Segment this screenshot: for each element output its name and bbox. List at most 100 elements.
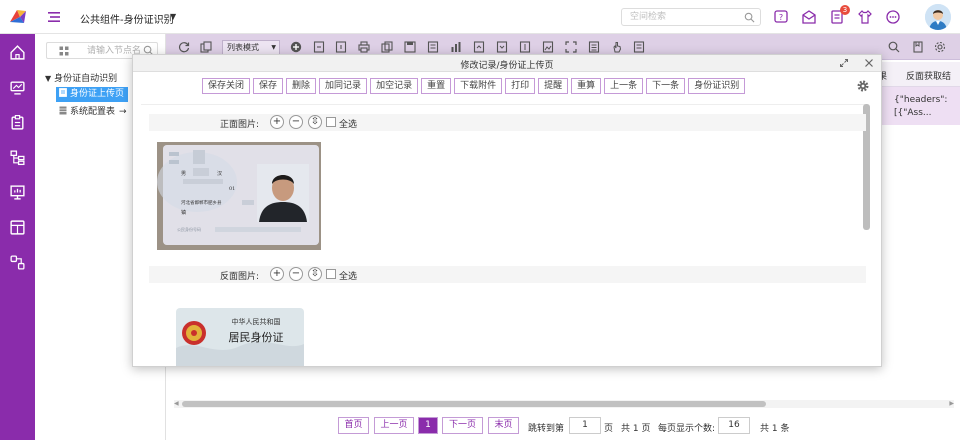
app-title[interactable]: 公共组件-身份证识别	[80, 11, 174, 26]
fit-button[interactable]: ⇳	[308, 115, 322, 129]
divider	[141, 104, 865, 105]
horizontal-scrollbar[interactable]: ◀ ▶	[174, 400, 954, 408]
presentation-icon[interactable]	[9, 184, 26, 201]
monitor-chart-icon[interactable]	[9, 79, 26, 96]
print-button[interactable]: 打印	[505, 78, 536, 94]
help-icon[interactable]: ?	[773, 9, 789, 25]
recalculate-button[interactable]: 重算	[571, 78, 602, 94]
view-mode-label: 列表模式	[227, 43, 259, 52]
zoom-out-button[interactable]: −	[289, 115, 303, 129]
app-logo-icon[interactable]	[8, 8, 28, 26]
edit-doc-icon[interactable]	[427, 41, 439, 53]
id-card-back-image[interactable]: 中华人民共和国 居民身份证	[176, 308, 304, 367]
title-dropdown-caret-icon[interactable]: ▼	[170, 12, 176, 21]
save-close-button[interactable]: 保存关闭	[202, 78, 251, 94]
global-search-input[interactable]	[622, 9, 732, 25]
select-all-checkbox[interactable]	[326, 269, 336, 279]
home-icon[interactable]	[9, 44, 26, 61]
current-page-button[interactable]: 1	[418, 417, 438, 434]
close-icon[interactable]	[864, 58, 874, 68]
upload-doc-icon[interactable]	[519, 41, 531, 53]
import-doc-icon[interactable]	[496, 41, 508, 53]
id-card-front-image[interactable]: 男 汉 01 河北省邯郸市肥乡县 镇 公民身份号码	[157, 142, 321, 250]
next-record-button[interactable]: 下一条	[646, 78, 686, 94]
chat-icon[interactable]	[885, 9, 901, 25]
table-cell[interactable]: {"headers":[{"Ass...	[894, 94, 958, 120]
dialog-header[interactable]: 修改记录/身份证上传页	[133, 55, 881, 72]
arrow-right-icon[interactable]: →	[119, 107, 127, 117]
tree-expand-caret-icon[interactable]: ▼	[45, 74, 51, 83]
view-mode-select[interactable]: 列表模式 ▼	[222, 40, 280, 55]
export-icon[interactable]	[200, 41, 212, 53]
gear-icon[interactable]	[856, 79, 870, 93]
list-settings-gear-icon[interactable]	[934, 41, 946, 53]
back-image-row: 反面图片: + − ⇳ 全选	[149, 266, 866, 283]
tree-root-node[interactable]: ▼ 身份证自动识别	[45, 71, 117, 84]
select-all-checkbox[interactable]	[326, 117, 336, 127]
grid-icon[interactable]	[59, 46, 69, 56]
previous-record-button[interactable]: 上一条	[604, 78, 644, 94]
notification-badge: 3	[840, 5, 850, 15]
refresh-icon[interactable]	[178, 41, 190, 53]
add-blank-icon[interactable]	[335, 41, 347, 53]
add-same-record-button[interactable]: 加同记录	[319, 78, 368, 94]
tree-item-system-config[interactable]: 系统配置表 →	[56, 105, 131, 120]
shirt-icon[interactable]	[857, 9, 873, 25]
bookmark-icon[interactable]	[912, 41, 924, 53]
per-page-input[interactable]: 16	[718, 417, 750, 434]
mail-icon[interactable]	[801, 9, 817, 25]
flow-nodes-icon[interactable]	[9, 254, 26, 271]
zoom-out-button[interactable]: −	[289, 267, 303, 281]
column-header[interactable]: 反面获取结	[906, 69, 951, 82]
jump-label: 跳转到第	[528, 424, 565, 434]
fullscreen-icon[interactable]	[565, 41, 577, 53]
download-attachment-button[interactable]: 下载附件	[454, 78, 503, 94]
export-doc-icon[interactable]	[473, 41, 485, 53]
menu-toggle-icon[interactable]	[46, 9, 62, 25]
per-page-label: 每页显示个数:	[658, 424, 716, 434]
global-search-box[interactable]	[621, 8, 761, 26]
print-icon[interactable]	[358, 41, 370, 53]
left-nav-rail	[0, 34, 35, 440]
delete-button[interactable]: 删除	[286, 78, 317, 94]
save-button[interactable]: 保存	[253, 78, 284, 94]
fit-button[interactable]: ⇳	[308, 267, 322, 281]
select-all-label[interactable]: 全选	[339, 117, 357, 130]
last-page-button[interactable]: 末页	[488, 417, 519, 434]
hierarchy-icon[interactable]	[9, 149, 26, 166]
scroll-right-icon[interactable]: ▶	[949, 400, 954, 407]
edit-record-dialog: 修改记录/身份证上传页 保存关闭 保存 删除 加同记录 加空记录 重置 下载附件 打印 提醒 重算…	[132, 54, 882, 367]
scroll-left-icon[interactable]: ◀	[174, 400, 179, 407]
total-pages-label: 共 1 页	[621, 424, 651, 434]
prev-page-button[interactable]: 上一页	[374, 417, 414, 434]
user-avatar[interactable]	[925, 4, 951, 30]
add-record-icon[interactable]	[313, 41, 325, 53]
add-circle-icon[interactable]	[290, 41, 302, 53]
jump-page-input[interactable]: 1	[569, 417, 601, 434]
form-window-icon[interactable]	[9, 219, 26, 236]
hand-pointer-icon[interactable]	[611, 41, 623, 53]
id-recognition-button[interactable]: 身份证识别	[688, 78, 746, 94]
next-page-button[interactable]: 下一页	[442, 417, 483, 434]
bar-chart-icon[interactable]	[450, 41, 462, 53]
select-all-label[interactable]: 全选	[339, 269, 357, 282]
copy-icon[interactable]	[381, 41, 393, 53]
list-doc-icon[interactable]	[588, 41, 600, 53]
save-icon[interactable]	[404, 41, 416, 53]
list-search-icon[interactable]	[888, 41, 900, 53]
clipboard-icon[interactable]	[9, 114, 26, 131]
card-back-country: 中华人民共和国	[232, 317, 281, 326]
add-empty-record-button[interactable]: 加空记录	[370, 78, 419, 94]
first-page-button[interactable]: 首页	[338, 417, 369, 434]
image-doc-icon[interactable]	[542, 41, 554, 53]
maximize-icon[interactable]	[839, 58, 849, 68]
front-image-row: 正面图片: + − ⇳ 全选	[149, 114, 866, 131]
search-icon[interactable]	[744, 12, 755, 23]
remind-button[interactable]: 提醒	[538, 78, 569, 94]
reset-button[interactable]: 重置	[421, 78, 452, 94]
scrollbar-thumb[interactable]	[182, 401, 766, 407]
tree-item-id-upload[interactable]: 身份证上传页	[56, 87, 129, 102]
zoom-in-button[interactable]: +	[270, 267, 284, 281]
notes-icon[interactable]	[633, 41, 645, 53]
zoom-in-button[interactable]: +	[270, 115, 284, 129]
